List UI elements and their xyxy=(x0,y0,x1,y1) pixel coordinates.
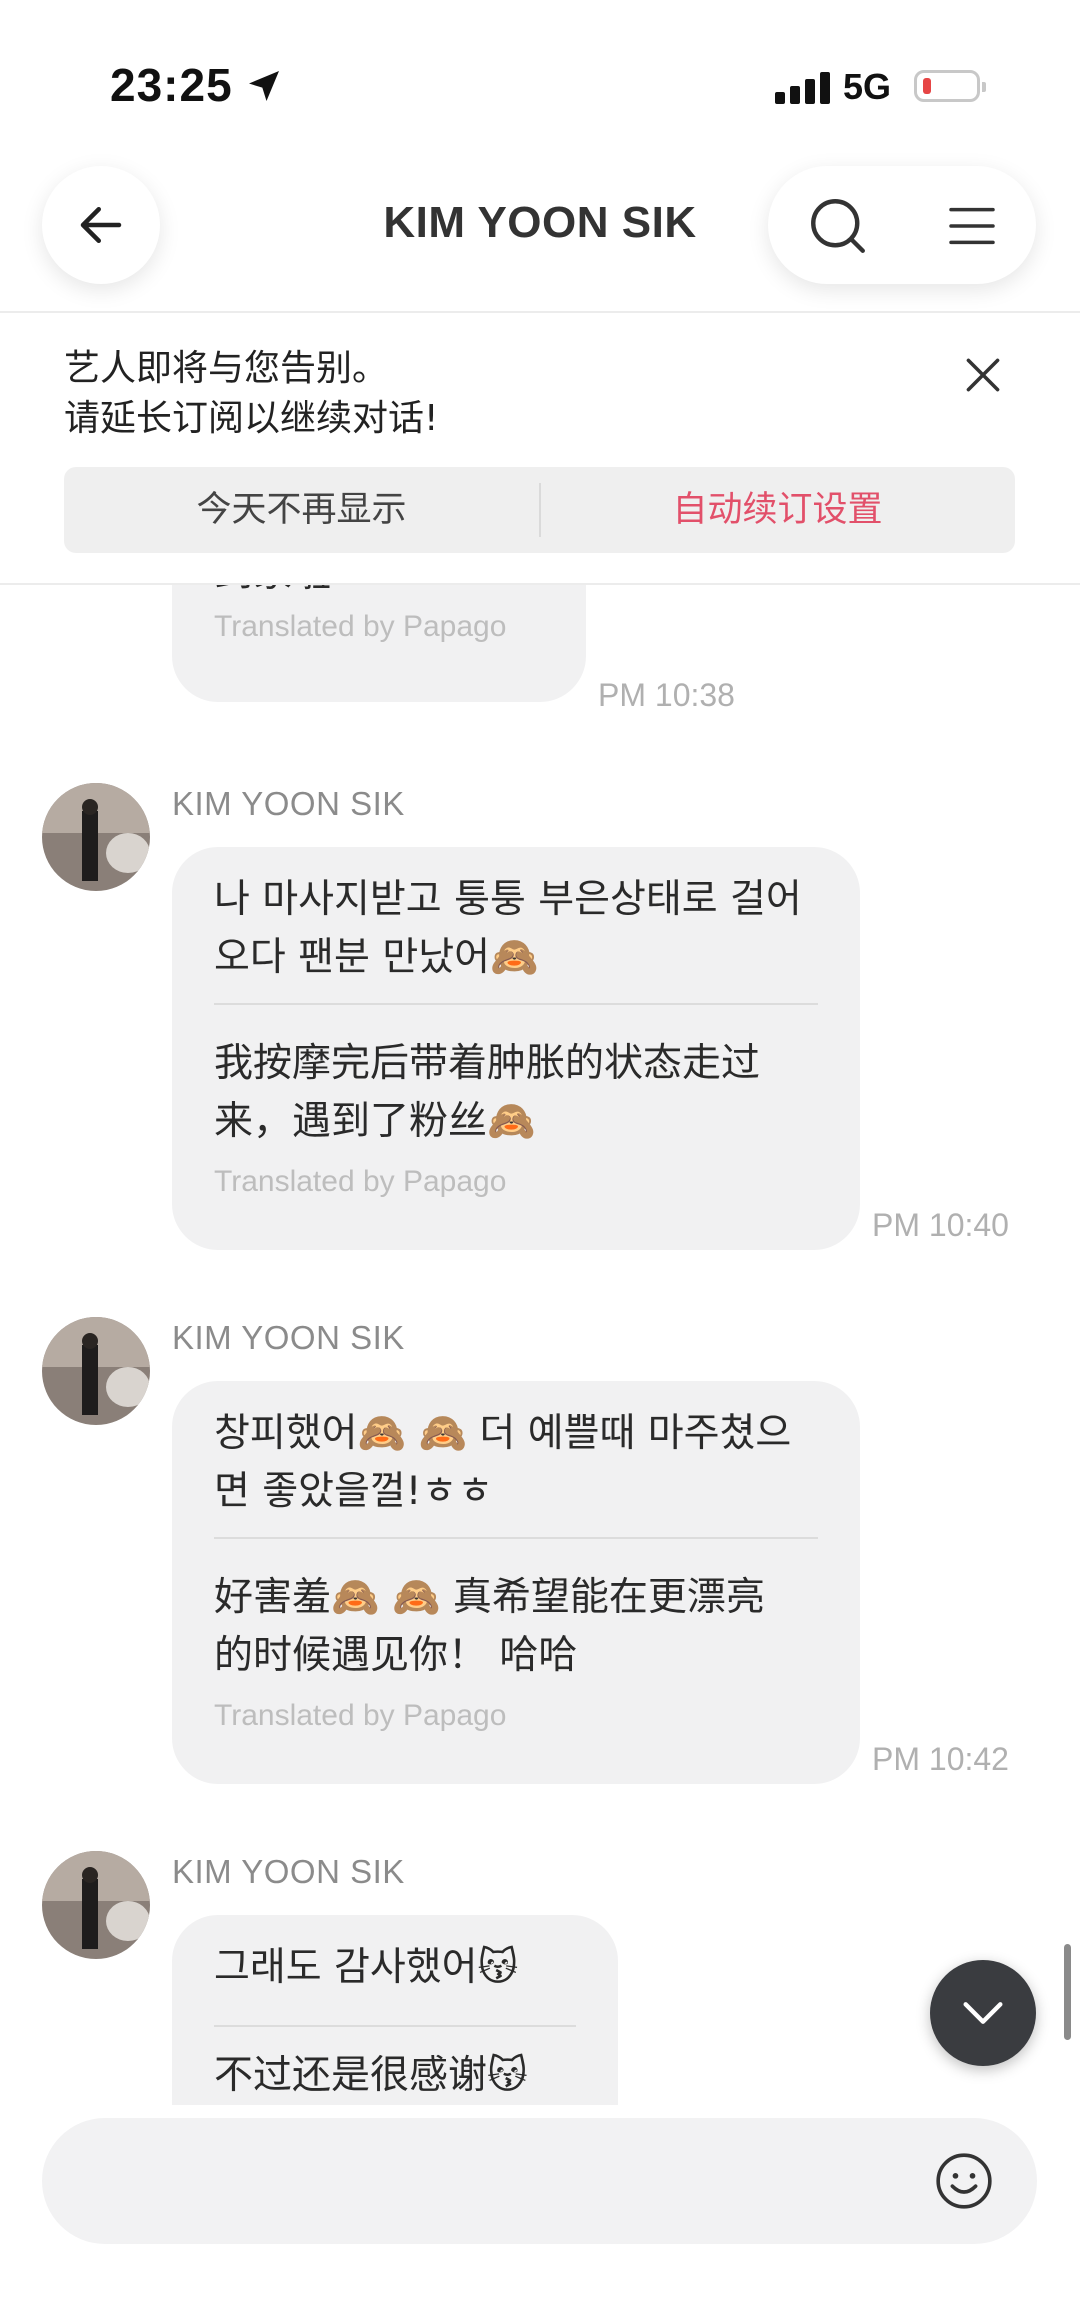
notice-line-1: 艺人即将与您告别。 xyxy=(64,348,389,389)
notice-line-2: 请延长订阅以继续对话! xyxy=(64,398,439,439)
message-bubble[interactable]: 창피했어🙈 🙈 더 예쁠때 마주쳤으 면 좋았을껄!ㅎㅎ 好害羞🙈 🙈 真希望能… xyxy=(172,1381,860,1784)
message-bubble[interactable]: 그래도 감사했어😽 不过还是很感谢😽 xyxy=(172,1915,618,2105)
scrollbar-thumb[interactable] xyxy=(1064,1944,1071,2040)
menu-button[interactable] xyxy=(932,186,1012,266)
chevron-down-icon xyxy=(963,2002,1003,2024)
translated-text-line: 来，遇到了粉丝🙈 xyxy=(214,1099,536,1144)
message-time: PM 10:40 xyxy=(872,1207,1009,1243)
signal-icon xyxy=(775,72,831,104)
chat-area[interactable]: 到家啦~~~ Translated by Papago PM 10:38 KIM… xyxy=(0,585,1080,2105)
original-text-line: 오다 팬분 만났어🙈 xyxy=(214,935,539,980)
avatar-image xyxy=(42,1851,150,1959)
avatar-image xyxy=(42,783,150,891)
header-divider xyxy=(0,311,1080,313)
scroll-to-bottom-button[interactable] xyxy=(930,1960,1036,2066)
sender-name: KIM YOON SIK xyxy=(172,1319,405,1356)
notice-actions: 今天不再显示 自动续订设置 xyxy=(64,467,1015,553)
translated-text-line: 我按摩完后带着肿胀的状态走过 xyxy=(214,1041,761,1086)
translated-text-line: 好害羞🙈 🙈 真希望能在更漂亮 xyxy=(214,1575,765,1620)
original-text-line: 면 좋았을껄!ㅎㅎ xyxy=(214,1469,494,1514)
sender-name: KIM YOON SIK xyxy=(172,1853,405,1890)
menu-icon xyxy=(949,207,995,245)
avatar[interactable] xyxy=(42,1317,150,1425)
translation-credit: Translated by Papago xyxy=(214,1165,507,1198)
translation-divider xyxy=(214,1003,818,1005)
translated-text-line: 不过还是很感谢😽 xyxy=(214,2053,528,2098)
status-time: 23:25 xyxy=(110,59,233,111)
message-input[interactable] xyxy=(90,2148,894,2216)
search-button[interactable] xyxy=(798,186,878,266)
message-bubble[interactable]: 나 마사지받고 퉁퉁 부은상태로 걸어 오다 팬분 만났어🙈 我按摩完后带着肿胀… xyxy=(172,847,860,1250)
message-time: PM 10:42 xyxy=(872,1741,1009,1777)
message-text: 到家啦~~~ xyxy=(214,585,429,603)
avatar-image xyxy=(42,1317,150,1425)
search-icon xyxy=(811,199,865,253)
avatar[interactable] xyxy=(42,1851,150,1959)
location-arrow-icon xyxy=(249,71,279,101)
auto-renew-settings-button[interactable]: 自动续订设置 xyxy=(540,467,1015,553)
avatar[interactable] xyxy=(42,783,150,891)
translation-credit: Translated by Papago xyxy=(214,1699,507,1732)
dont-show-today-button[interactable]: 今天不再显示 xyxy=(64,467,539,553)
close-icon[interactable] xyxy=(958,350,1008,400)
message-time: PM 10:38 xyxy=(598,677,735,713)
original-text-line: 창피했어🙈 🙈 더 예쁠때 마주쳤으 xyxy=(214,1411,792,1456)
translation-divider xyxy=(214,2025,576,2027)
subscription-notice: 艺人即将与您告别。 请延长订阅以继续对话! xyxy=(64,344,438,444)
battery-icon xyxy=(914,70,986,102)
original-text-line: 나 마사지받고 퉁퉁 부은상태로 걸어 xyxy=(214,877,802,922)
network-label: 5G xyxy=(843,66,892,107)
sender-name: KIM YOON SIK xyxy=(172,785,405,822)
header-actions xyxy=(768,166,1036,284)
translation-divider xyxy=(214,1537,818,1539)
translation-credit: Translated by Papago xyxy=(214,610,507,643)
original-text-line: 그래도 감사했어😽 xyxy=(214,1945,519,1990)
message-input-bar xyxy=(42,2118,1037,2244)
message-bubble[interactable]: 到家啦~~~ Translated by Papago xyxy=(172,585,586,702)
translated-text-line: 的时候遇见你！ 哈哈 xyxy=(214,1633,578,1678)
emoji-icon[interactable] xyxy=(933,2150,995,2212)
